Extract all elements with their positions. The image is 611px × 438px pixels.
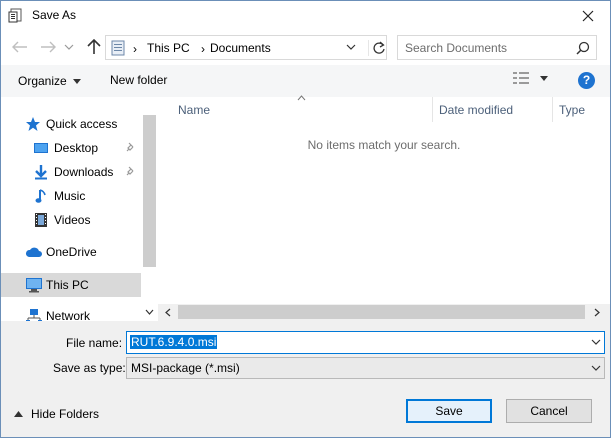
breadcrumb-item-this-pc[interactable]: This PC	[147, 41, 190, 55]
sidebar-item-desktop[interactable]: Desktop	[1, 137, 141, 159]
view-details-icon	[513, 72, 529, 84]
window-title: Save As	[32, 8, 77, 22]
caret-down-icon	[72, 78, 81, 84]
address-bar[interactable]: › This PC › Documents	[105, 35, 387, 60]
desktop-folder-icon	[33, 140, 49, 156]
network-icon	[25, 308, 43, 321]
back-arrow-icon	[12, 41, 27, 53]
cloud-icon	[25, 244, 43, 260]
pin-icon	[126, 142, 136, 152]
sidebar-item-label: Music	[54, 189, 86, 203]
column-header-type[interactable]: Type	[559, 103, 585, 117]
address-dropdown-button[interactable]	[346, 43, 356, 51]
sidebar-item-onedrive[interactable]: OneDrive	[1, 241, 141, 263]
organize-button[interactable]: Organize	[18, 73, 81, 89]
horizontal-scrollbar-thumb[interactable]	[178, 305, 585, 319]
column-divider[interactable]	[552, 97, 553, 122]
change-view-button[interactable]	[512, 71, 548, 85]
sidebar-item-quick-access[interactable]: Quick access	[1, 113, 141, 135]
column-header-row: Name Date modified Type	[158, 97, 610, 122]
download-arrow-icon	[33, 164, 49, 180]
sidebar-item-videos[interactable]: Videos	[1, 209, 141, 231]
up-arrow-icon	[87, 39, 101, 54]
sidebar-scrollbar-thumb[interactable]	[143, 115, 156, 267]
sidebar-item-label: Network	[46, 309, 91, 321]
pin-icon	[126, 166, 136, 176]
sidebar-item-label: Desktop	[54, 141, 99, 155]
save-as-type-value: MSI-package (*.msi)	[131, 361, 240, 375]
forward-arrow-icon	[41, 41, 56, 53]
close-button[interactable]	[566, 1, 610, 31]
recent-locations-button[interactable]	[64, 38, 78, 56]
chevron-right-icon	[594, 308, 600, 317]
back-button[interactable]	[10, 37, 30, 57]
sidebar-item-label: Downloads	[54, 165, 114, 179]
search-input[interactable]: Search Documents	[397, 35, 597, 60]
help-button[interactable]: ?	[578, 72, 595, 89]
hide-folders-label: Hide Folders	[31, 407, 100, 421]
save-as-type-dropdown-button[interactable]	[591, 365, 601, 372]
sidebar-item-this-pc[interactable]: This PC	[1, 273, 141, 297]
file-name-field[interactable]: RUT.6.9.4.0.msi	[126, 331, 605, 354]
sidebar-item-label: This PC	[46, 278, 89, 292]
chevron-down-icon	[64, 44, 74, 50]
chevron-down-icon	[591, 339, 601, 345]
film-icon	[33, 212, 49, 228]
cancel-button[interactable]: Cancel	[506, 399, 592, 423]
chevron-down-icon	[145, 309, 154, 315]
refresh-button[interactable]	[368, 40, 386, 56]
chevron-down-icon	[591, 365, 601, 371]
search-icon	[576, 41, 590, 55]
column-header-name[interactable]: Name	[178, 103, 210, 117]
sidebar-item-downloads[interactable]: Downloads	[1, 161, 141, 183]
save-as-type-label: Save as type:	[53, 361, 126, 375]
caret-down-icon	[540, 75, 548, 81]
sidebar-item-label: Quick access	[46, 117, 118, 131]
sidebar-item-label: OneDrive	[46, 245, 97, 259]
monitor-icon	[25, 277, 43, 293]
search-placeholder: Search Documents	[405, 41, 508, 55]
organize-label: Organize	[18, 74, 67, 88]
scroll-down-button[interactable]	[143, 305, 156, 318]
hide-folders-button[interactable]: Hide Folders	[14, 407, 99, 421]
save-as-app-icon	[8, 7, 24, 23]
chevron-left-icon	[165, 308, 171, 317]
scroll-right-button[interactable]	[591, 306, 603, 319]
navigation-pane[interactable]: Quick access Desktop Downloads Music Vid…	[1, 97, 141, 321]
save-button[interactable]: Save	[406, 399, 492, 423]
breadcrumb-item-documents[interactable]: Documents	[210, 41, 271, 55]
file-name-value[interactable]: RUT.6.9.4.0.msi	[130, 335, 218, 349]
close-icon	[582, 10, 594, 22]
new-folder-button[interactable]: New folder	[110, 73, 167, 87]
column-header-date-modified[interactable]: Date modified	[439, 103, 513, 117]
breadcrumb-separator: ›	[201, 42, 205, 56]
title-bar	[1, 1, 610, 31]
file-name-dropdown-button[interactable]	[591, 339, 601, 346]
refresh-icon	[373, 41, 385, 54]
file-name-label: File name:	[66, 336, 123, 350]
sort-ascending-icon	[297, 95, 306, 101]
breadcrumb-separator: ›	[133, 42, 137, 56]
scroll-left-button[interactable]	[162, 306, 174, 319]
up-button[interactable]	[84, 37, 104, 57]
sidebar-item-music[interactable]: Music	[1, 185, 141, 207]
sidebar-item-network[interactable]: Network	[1, 305, 141, 321]
forward-button[interactable]	[38, 37, 58, 57]
sidebar-item-label: Videos	[54, 213, 91, 227]
star-icon	[25, 116, 41, 132]
chevron-down-icon	[346, 44, 356, 50]
save-as-type-select[interactable]: MSI-package (*.msi)	[126, 357, 605, 379]
chevron-up-icon	[14, 411, 23, 417]
column-divider[interactable]	[432, 97, 433, 122]
music-note-icon	[35, 188, 49, 204]
empty-results-message: No items match your search.	[307, 138, 461, 152]
this-pc-icon	[111, 40, 125, 56]
